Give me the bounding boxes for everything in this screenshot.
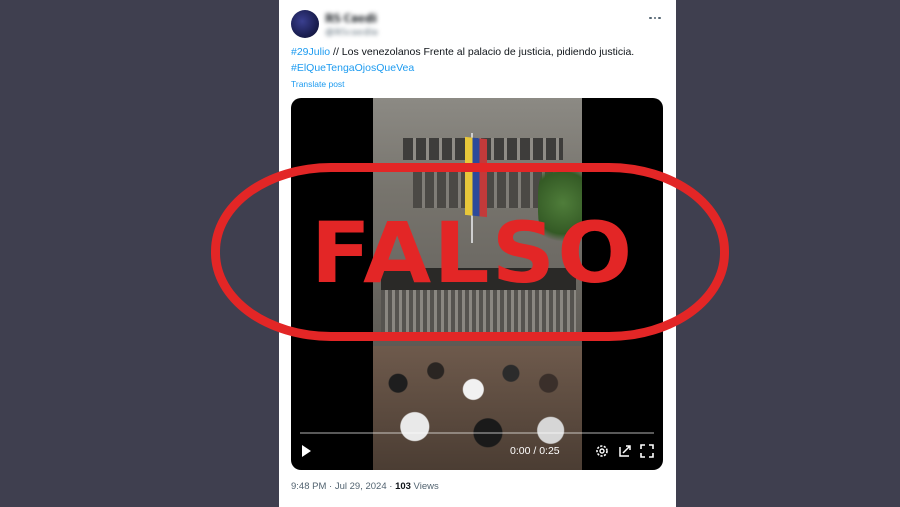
- settings-icon[interactable]: [594, 443, 610, 459]
- post-date[interactable]: Jul 29, 2024: [335, 481, 387, 492]
- separator: ·: [386, 481, 396, 492]
- translate-post-link[interactable]: Translate post: [291, 79, 345, 89]
- picture-in-picture-icon[interactable]: [617, 443, 633, 459]
- play-icon[interactable]: [299, 444, 313, 458]
- video-progress-bar[interactable]: [300, 432, 654, 434]
- author-handle[interactable]: @ℝ𝕊𝕔𝕠𝕖𝕕𝕚𝕠: [325, 27, 378, 38]
- falso-stamp-label: FALSO: [310, 204, 635, 302]
- post-body-text: // Los venezolanos Frente al palacio de …: [330, 46, 635, 58]
- author-name[interactable]: ℝ𝕊 ℂ𝕠𝕖𝕕𝕚: [325, 12, 377, 25]
- fullscreen-icon[interactable]: [639, 443, 655, 459]
- post-text: #29Julio // Los venezolanos Frente al pa…: [291, 44, 651, 76]
- hashtag-link[interactable]: #29Julio: [291, 46, 330, 58]
- video-controls: 0:00 / 0:25: [291, 430, 663, 470]
- views-count: 103: [395, 481, 411, 492]
- post-header: ℝ𝕊 ℂ𝕠𝕖𝕕𝕚 @ℝ𝕊𝕔𝕠𝕖𝕕𝕚𝕠: [291, 8, 664, 42]
- more-horizontal-icon[interactable]: [648, 12, 662, 24]
- avatar[interactable]: [291, 10, 319, 38]
- views-label: Views: [410, 481, 439, 492]
- post-time[interactable]: 9:48 PM: [291, 481, 326, 492]
- hashtag-link[interactable]: #ElQueTengaOjosQueVea: [291, 62, 414, 74]
- video-time: 0:00 / 0:25: [510, 445, 560, 457]
- post-meta: 9:48 PM · Jul 29, 2024 · 103 Views: [291, 481, 439, 492]
- separator: ·: [326, 481, 335, 492]
